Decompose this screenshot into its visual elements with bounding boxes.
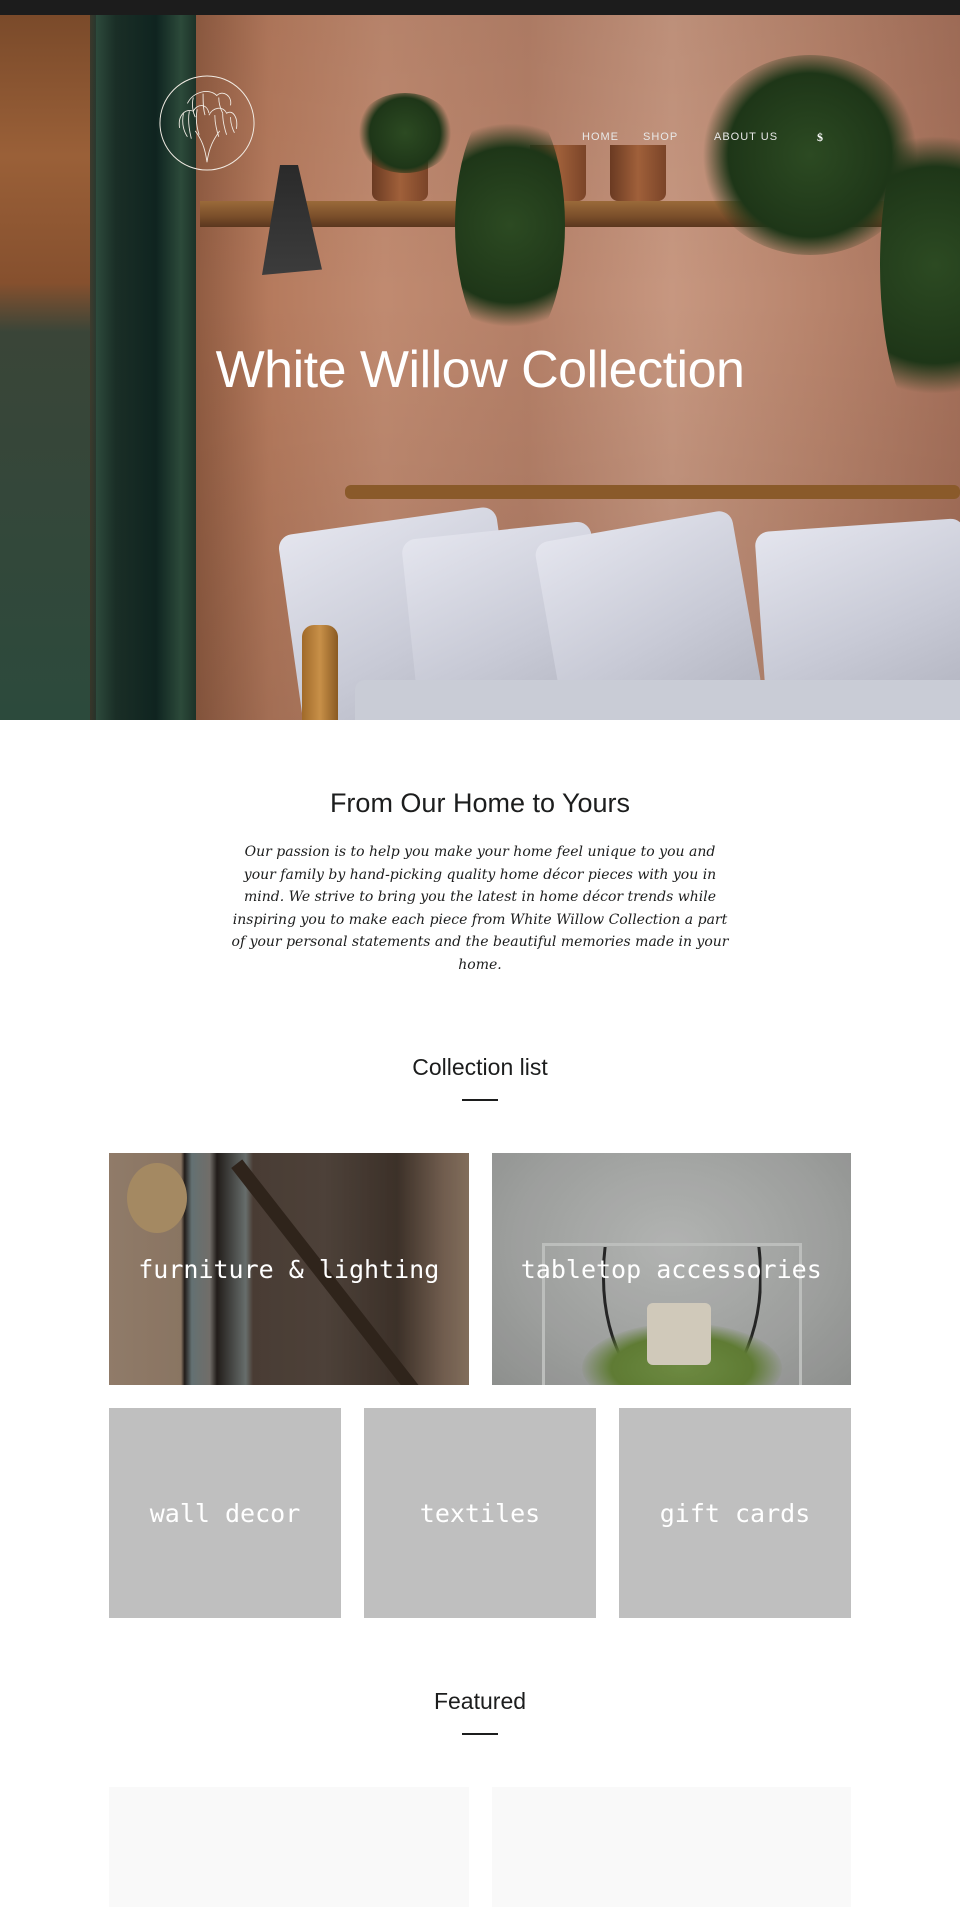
collection-tile-label: furniture & lighting [138, 1254, 440, 1284]
tile-bg-cutting-board [127, 1163, 187, 1233]
heading-divider [462, 1099, 498, 1101]
main-nav: HOME SHOP ABOUT US $ [0, 130, 960, 151]
collection-list-heading: Collection list [412, 1054, 548, 1080]
collection-grid-bottom: wall decor textiles gift cards [109, 1408, 851, 1618]
featured-grid [109, 1787, 851, 1907]
hero-bg-pot [610, 145, 666, 201]
logo[interactable] [158, 74, 256, 172]
collection-tile-furniture-lighting[interactable]: furniture & lighting [109, 1153, 469, 1385]
featured-section: Featured [0, 1688, 960, 1907]
collection-tile-label: wall decor [149, 1498, 301, 1528]
intro-section: From Our Home to Yours Our passion is to… [0, 720, 960, 976]
hero-bg-sofa [345, 485, 960, 499]
tile-bg-greenery [581, 1323, 782, 1385]
collection-tile-textiles[interactable]: textiles [364, 1408, 596, 1618]
collection-list-section: Collection list furniture & lighting tab… [0, 1054, 960, 1618]
hero-title: White Willow Collection [215, 341, 745, 399]
top-bar [0, 0, 960, 15]
collection-tile-label: gift cards [659, 1498, 811, 1528]
nav-about-us[interactable]: ABOUT US [714, 131, 778, 143]
hero-bg-sofa-seat [355, 680, 960, 720]
collection-list-header: Collection list [0, 1054, 960, 1101]
collection-tile-wall-decor[interactable]: wall decor [109, 1408, 341, 1618]
nav-home[interactable]: HOME [582, 131, 619, 143]
collection-tile-tabletop-accessories[interactable]: tabletop accessories [491, 1153, 851, 1385]
collection-tile-label: tabletop accessories [520, 1254, 822, 1284]
hero-bg-pillow [754, 517, 960, 703]
nav-shop[interactable]: SHOP [643, 131, 678, 143]
featured-product-card[interactable] [491, 1787, 851, 1907]
collection-tile-gift-cards[interactable]: gift cards [619, 1408, 851, 1618]
willow-tree-icon [159, 75, 255, 171]
hero-banner: HOME SHOP ABOUT US $ White Willow Collec… [0, 15, 960, 720]
intro-heading: From Our Home to Yours [329, 788, 631, 818]
featured-product-card[interactable] [109, 1787, 469, 1907]
tile-bg-candle [646, 1303, 711, 1365]
collection-tile-label: textiles [419, 1498, 541, 1528]
collection-grid-top: furniture & lighting tabletop accessorie… [109, 1153, 851, 1385]
intro-text: Our passion is to help you make your hom… [231, 844, 729, 973]
hero-bg-sofa-arm [302, 625, 338, 720]
heading-divider [462, 1733, 498, 1735]
cart-icon[interactable]: $ [817, 130, 824, 145]
featured-header: Featured [0, 1688, 960, 1735]
featured-heading: Featured [433, 1688, 527, 1714]
